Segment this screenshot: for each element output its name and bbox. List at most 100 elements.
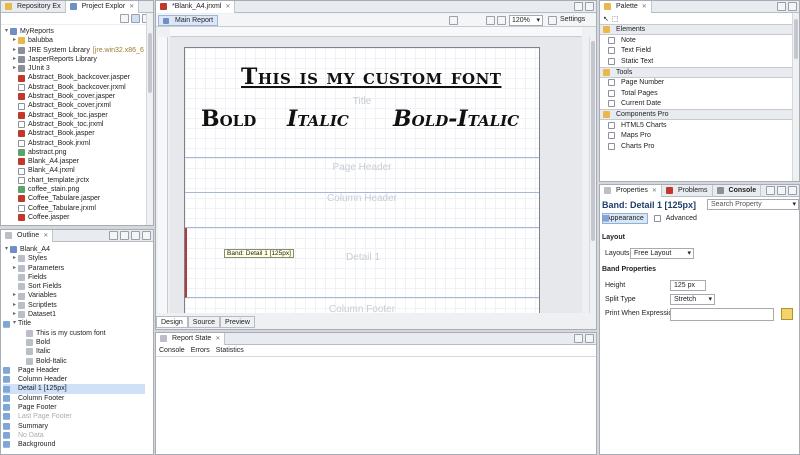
project-tree-item[interactable]: ▸ JasperReports Library xyxy=(3,55,145,64)
subtab-appearance[interactable]: Appearance xyxy=(602,213,648,224)
maximize-icon[interactable] xyxy=(788,2,797,11)
outline-tree-item[interactable]: Column Header xyxy=(3,375,145,384)
band-detail[interactable]: Detail 1 Band: Detail 1 [125px] xyxy=(185,228,539,298)
outline-tree-item[interactable]: ▾ Blank_A4 xyxy=(3,245,145,254)
project-tree-item[interactable]: coffee_stain.png xyxy=(3,185,145,194)
project-tree-item[interactable]: Abstract_Book.jrxml xyxy=(3,139,145,148)
link-editor-icon[interactable] xyxy=(131,14,140,23)
tab-outline[interactable]: Outline ✕ xyxy=(1,230,54,242)
project-tree-scrollbar[interactable] xyxy=(146,13,153,225)
layouts-select[interactable]: Free Layout ▾ xyxy=(630,248,694,259)
project-tree-item[interactable]: Coffee_Tabulare.jrxml xyxy=(3,204,145,213)
subtab-advanced[interactable]: Advanced xyxy=(651,213,700,224)
subtab-console[interactable]: Console xyxy=(159,347,185,354)
outline-tree-item[interactable]: ▸ Dataset1 xyxy=(3,310,145,319)
palette-item[interactable]: HTML5 Charts xyxy=(600,120,799,131)
settings-icon[interactable] xyxy=(548,16,557,25)
chevron-right-icon[interactable]: ▸ xyxy=(11,36,18,45)
tree-view-icon[interactable] xyxy=(120,231,129,240)
close-icon[interactable]: ✕ xyxy=(43,232,48,239)
minimize-icon[interactable] xyxy=(131,231,140,240)
palette-item[interactable]: Maps Pro xyxy=(600,131,799,142)
print-when-expression-input[interactable] xyxy=(670,308,774,321)
project-tree-item[interactable]: Abstract_Book_backcover.jrxml xyxy=(3,83,145,92)
band-page-header[interactable]: Page Header xyxy=(185,158,539,193)
maximize-icon[interactable] xyxy=(142,231,151,240)
project-tree-item[interactable]: ▸ JUnit 3 xyxy=(3,64,145,73)
chevron-right-icon[interactable]: ▸ xyxy=(11,310,18,319)
project-tree-item[interactable]: ▸ JRE System Library [jre.win32.x86_6 xyxy=(3,46,145,55)
maximize-icon[interactable] xyxy=(585,2,594,11)
close-icon[interactable]: ✕ xyxy=(642,3,647,10)
project-tree-item[interactable]: chart_template.jrctx xyxy=(3,176,145,185)
palette-section-header[interactable]: Elements xyxy=(600,24,799,35)
project-tree-item[interactable]: ▾ MyReports xyxy=(3,27,145,36)
new-console-icon[interactable] xyxy=(766,186,775,195)
outline-tree-item[interactable]: Summary xyxy=(3,422,145,431)
outline-tree-item[interactable]: Italic xyxy=(3,347,145,356)
outline-tree-item[interactable]: Column Footer xyxy=(3,394,145,403)
project-tree-item[interactable]: ▸ balubba xyxy=(3,36,145,45)
tab-report-state[interactable]: Report State ✕ xyxy=(156,333,226,345)
tab-blank-a4-jrxml[interactable]: *Blank_A4.jrxml ✕ xyxy=(156,1,236,13)
project-tree-item[interactable]: Abstract_Book_toc.jasper xyxy=(3,111,145,120)
outline-tree-item[interactable]: ▸ Styles xyxy=(3,254,145,263)
marquee-tool-icon[interactable]: ⬚ xyxy=(612,15,619,23)
chevron-right-icon[interactable]: ▸ xyxy=(11,46,18,55)
palette-item[interactable]: Note xyxy=(600,35,799,46)
italic-text[interactable]: Italic xyxy=(287,106,349,132)
palette-item[interactable]: Static Text xyxy=(600,56,799,67)
outline-tree-item[interactable]: Bold-Italic xyxy=(3,357,145,366)
tab-palette[interactable]: Palette ✕ xyxy=(600,1,652,13)
outline-tree-item[interactable]: Page Header xyxy=(3,366,145,375)
outline-tree-item[interactable]: ▾ Title xyxy=(3,319,145,328)
zoom-out-icon[interactable] xyxy=(497,16,506,25)
project-tree-item[interactable]: Abstract_Book_cover.jasper xyxy=(3,92,145,101)
height-input[interactable]: 125 px xyxy=(670,280,706,291)
close-icon[interactable]: ✕ xyxy=(129,3,134,10)
project-tree-item[interactable]: Abstract_Book.jasper xyxy=(3,129,145,138)
outline-tree-item[interactable]: This is my custom font xyxy=(3,329,145,338)
chevron-right-icon[interactable]: ▸ xyxy=(11,291,18,300)
tab-project-explorer[interactable]: Project Explor ✕ xyxy=(65,1,140,13)
project-tree-item[interactable]: Coffee.jasper xyxy=(3,213,145,222)
chevron-right-icon[interactable]: ▸ xyxy=(11,254,18,263)
subtab-statistics[interactable]: Statistics xyxy=(216,347,244,354)
outline-tree-item[interactable]: No Data xyxy=(3,431,145,440)
tab-console[interactable]: Console xyxy=(713,185,762,197)
minimize-icon[interactable] xyxy=(777,186,786,195)
palette-scrollbar[interactable] xyxy=(792,13,799,181)
outline-tree-item[interactable]: Last Page Footer xyxy=(3,412,145,421)
palette-item[interactable]: Total Pages xyxy=(600,88,799,99)
tab-repository-explorer[interactable]: Repository Ex xyxy=(1,1,66,13)
palette-item[interactable]: Page Number xyxy=(600,78,799,89)
tab-source[interactable]: Source xyxy=(187,316,220,328)
maximize-icon[interactable] xyxy=(585,334,594,343)
subtab-errors[interactable]: Errors xyxy=(191,347,210,354)
project-tree-item[interactable]: Blank_A4.jrxml xyxy=(3,166,145,175)
project-tree-item[interactable]: abstract.png xyxy=(3,148,145,157)
outline-tree-item[interactable]: Detail 1 [125px] xyxy=(3,384,145,394)
chevron-down-icon[interactable]: ▾ xyxy=(11,319,18,328)
outline-tree-item[interactable]: ▸ Parameters xyxy=(3,264,145,273)
maximize-icon[interactable] xyxy=(788,186,797,195)
close-icon[interactable]: ✕ xyxy=(215,335,220,342)
search-property-input[interactable]: Search Property ▾ xyxy=(707,199,799,210)
settings-label[interactable]: Settings xyxy=(560,16,585,23)
chevron-right-icon[interactable]: ▸ xyxy=(11,301,18,310)
zoom-select[interactable]: 120% ▾ xyxy=(509,15,543,26)
palette-item[interactable]: Text Field xyxy=(600,46,799,57)
custom-font-title[interactable]: This is my custom font xyxy=(241,64,501,90)
palette-section-header[interactable]: Components Pro xyxy=(600,109,799,120)
collapse-all-icon[interactable] xyxy=(120,14,129,23)
outline-tree-item[interactable]: ▸ Scriptlets xyxy=(3,301,145,310)
outline-tree-item[interactable]: ▸ Variables xyxy=(3,291,145,300)
preview-icon[interactable] xyxy=(449,16,458,25)
close-icon[interactable]: ✕ xyxy=(652,187,657,194)
main-report-button[interactable]: Main Report xyxy=(158,15,219,26)
outline-tree-item[interactable]: Sort Fields xyxy=(3,282,145,291)
outline-tree-item[interactable]: Bold xyxy=(3,338,145,347)
project-tree-item[interactable]: Coffee_Tabulare.jasper xyxy=(3,194,145,203)
chevron-right-icon[interactable]: ▸ xyxy=(11,64,18,73)
chevron-right-icon[interactable]: ▸ xyxy=(11,264,18,273)
